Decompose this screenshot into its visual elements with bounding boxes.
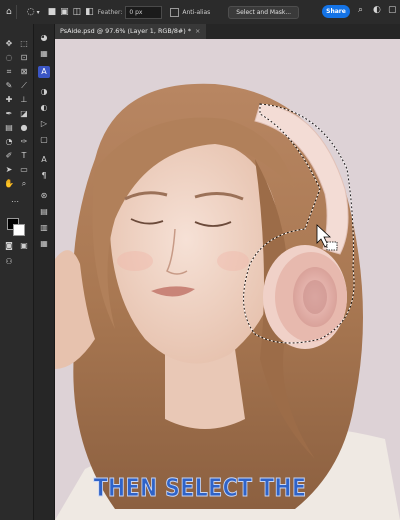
learn-icon[interactable]: ◐: [373, 5, 381, 15]
lasso-icon[interactable]: ◌: [27, 7, 35, 17]
learn-panel-icon[interactable]: ◑: [38, 86, 50, 98]
marquee-tool-icon[interactable]: ⬚: [18, 38, 30, 50]
home-icon[interactable]: ⌂: [6, 7, 12, 17]
caption-text: THEN SELECT THE: [93, 473, 307, 503]
add-selection-icon[interactable]: ▣: [60, 7, 69, 17]
quick-mask-icon[interactable]: ◙: [3, 240, 15, 252]
rectangle-tool-icon[interactable]: ▭: [18, 164, 30, 176]
paths-panel-icon[interactable]: ▥: [38, 222, 50, 234]
new-selection-icon[interactable]: ■: [48, 7, 57, 17]
background-color-swatch[interactable]: [13, 224, 25, 236]
options-bar: ⌂ ◌ ▾ ■ ▣ ◫ ◧ Feather: 0 px Anti-alias S…: [0, 0, 400, 25]
healing-brush-tool-icon[interactable]: ✚: [3, 94, 15, 106]
eraser-tool-icon[interactable]: ◪: [18, 108, 30, 120]
document-tab-title: PsAide.psd @ 97.6% (Layer 1, RGB/8#) *: [60, 27, 192, 35]
divider: [15, 5, 17, 19]
history-panel-icon[interactable]: ▷: [38, 118, 50, 130]
color-panel-icon[interactable]: ◕: [38, 32, 50, 44]
share-button[interactable]: Share: [322, 5, 350, 18]
zoom-tool-icon[interactable]: ⌕: [18, 178, 30, 190]
brush-tool-icon[interactable]: ✒: [3, 108, 15, 120]
paragraph-panel-icon[interactable]: ¶: [38, 170, 50, 182]
workspace-icon[interactable]: ▢: [388, 5, 397, 15]
pen-tool-icon[interactable]: ✑: [18, 136, 30, 148]
character-panel-icon[interactable]: A: [38, 154, 50, 166]
hand-tool-icon[interactable]: ✋: [3, 178, 15, 190]
generative-ai-icon[interactable]: A: [38, 66, 50, 78]
select-and-mask-button[interactable]: Select and Mask...: [228, 5, 300, 19]
blur-tool-icon[interactable]: ●: [18, 122, 30, 134]
anti-alias-checkbox[interactable]: [170, 7, 180, 17]
dodge-tool-icon[interactable]: ◔: [3, 136, 15, 148]
subtract-selection-icon[interactable]: ◫: [73, 7, 82, 17]
channels-panel-icon[interactable]: ▤: [38, 206, 50, 218]
lasso-tool-icon[interactable]: ◌: [3, 52, 15, 64]
layers-panel-icon[interactable]: ⊛: [38, 190, 50, 202]
search-icon[interactable]: ⌕: [358, 5, 363, 15]
quick-select-tool-icon[interactable]: ⊡: [18, 52, 30, 64]
type-tool-icon[interactable]: T: [18, 150, 30, 162]
edit-toolbar-icon[interactable]: ⚇: [3, 256, 15, 268]
tools-panel: ✥ ⬚ ◌ ⊡ ⌗ ⊠ ✎ ⟋ ✚ ⊥ ✒ ◪ ▤ ● ◔ ✑ ✐ T ➤ ▭ …: [0, 24, 34, 520]
screen-mode-icon[interactable]: ▣: [18, 240, 30, 252]
anti-alias-label: Anti-alias: [182, 8, 211, 16]
move-tool-icon[interactable]: ✥: [3, 38, 15, 50]
portrait-image: [55, 39, 400, 520]
comments-panel-icon[interactable]: ▢: [38, 134, 50, 146]
feather-input[interactable]: 0 px: [125, 5, 163, 19]
frame-tool-icon[interactable]: ⊠: [18, 66, 30, 78]
pen-tool-alt-icon[interactable]: ✐: [3, 150, 15, 162]
swatches-panel-icon[interactable]: ▦: [38, 48, 50, 60]
chevron-down-icon[interactable]: ▾: [37, 9, 40, 16]
close-icon[interactable]: ×: [195, 27, 200, 35]
canvas[interactable]: [55, 39, 400, 520]
document-tab-bar: PsAide.psd @ 97.6% (Layer 1, RGB/8#) * ×: [55, 24, 400, 39]
path-select-tool-icon[interactable]: ➤: [3, 164, 15, 176]
more-tools-icon[interactable]: ⋯: [9, 196, 21, 208]
adjustments-panel-icon[interactable]: ◐: [38, 102, 50, 114]
feather-label: Feather:: [97, 8, 123, 16]
properties-panel-icon[interactable]: ▦: [38, 238, 50, 250]
document-tab[interactable]: PsAide.psd @ 97.6% (Layer 1, RGB/8#) * ×: [55, 24, 207, 39]
panel-dock: ◕ ▦ A ◑ ◐ ▷ ▢ A ¶ ⊛ ▤ ▥ ▦: [34, 24, 55, 520]
gradient-tool-icon[interactable]: ▤: [3, 122, 15, 134]
stamp-tool-icon[interactable]: ⊥: [18, 94, 30, 106]
intersect-selection-icon[interactable]: ◧: [85, 7, 94, 17]
crop-tool-icon[interactable]: ⌗: [3, 66, 15, 78]
ruler-tool-icon[interactable]: ⟋: [18, 80, 30, 92]
eyedropper-tool-icon[interactable]: ✎: [3, 80, 15, 92]
